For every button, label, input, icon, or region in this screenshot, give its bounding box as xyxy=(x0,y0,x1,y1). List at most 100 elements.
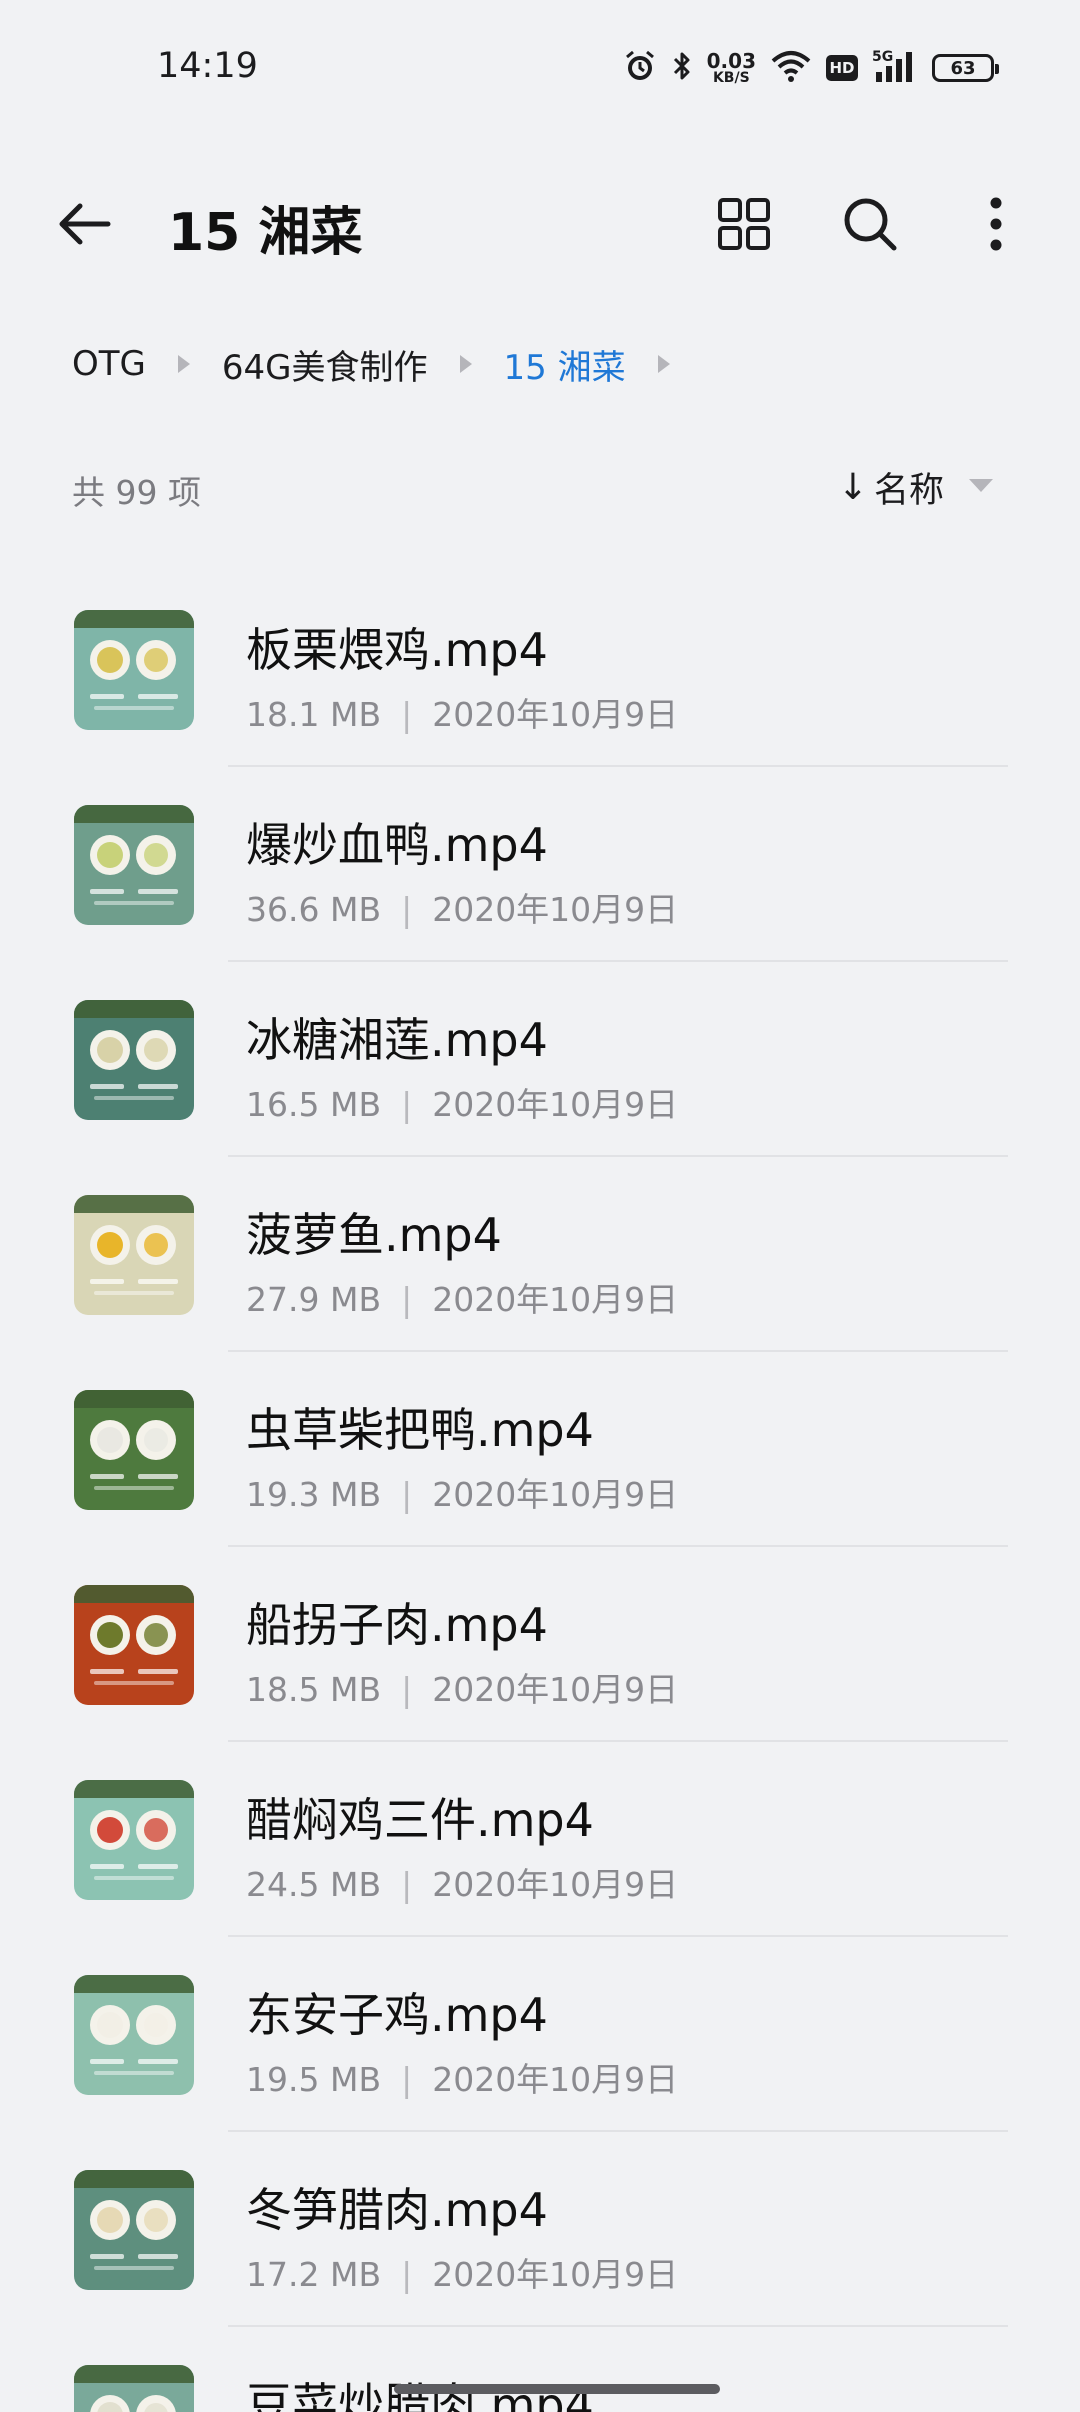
file-name: 醋焖鸡三件.mp4 xyxy=(246,1793,594,1847)
file-meta: 18.1 MB | 2020年10月9日 xyxy=(246,688,678,736)
video-thumbnail xyxy=(74,1975,194,2095)
home-indicator[interactable] xyxy=(394,2384,720,2394)
status-icons: 0.03 KB/S HD 5G 63 xyxy=(623,46,999,90)
status-time: 14:19 xyxy=(157,46,258,86)
caret-down-icon xyxy=(968,478,994,498)
video-thumbnail xyxy=(74,610,194,730)
video-thumbnail xyxy=(74,1195,194,1315)
network-speed-value: 0.03 xyxy=(706,49,756,73)
file-meta: 16.5 MB | 2020年10月9日 xyxy=(246,1078,678,1126)
file-name: 船拐子肉.mp4 xyxy=(246,1598,548,1652)
file-row[interactable]: 东安子鸡.mp4 19.5 MB | 2020年10月9日 xyxy=(0,1937,1080,2132)
status-bar: 14:19 0.03 KB/S HD 5G 63 xyxy=(0,0,1080,140)
file-size: 18.1 MB xyxy=(246,695,382,734)
meta-separator: | xyxy=(401,1475,413,1514)
file-date: 2020年10月9日 xyxy=(432,1280,679,1319)
file-date: 2020年10月9日 xyxy=(432,695,679,734)
search-icon xyxy=(844,198,897,251)
file-row[interactable]: 虫草柴把鸭.mp4 19.3 MB | 2020年10月9日 xyxy=(0,1352,1080,1547)
chevron-right-icon xyxy=(458,353,474,375)
back-button[interactable] xyxy=(48,194,120,254)
chevron-right-icon xyxy=(656,353,672,375)
grid-view-icon xyxy=(718,198,770,250)
wifi-icon xyxy=(770,49,812,87)
file-size: 17.2 MB xyxy=(246,2255,382,2294)
file-meta: 18.5 MB | 2020年10月9日 xyxy=(246,1663,678,1711)
app-bar: 15 湘菜 xyxy=(0,170,1080,274)
meta-separator: | xyxy=(401,695,413,734)
file-row[interactable]: 爆炒血鸭.mp4 36.6 MB | 2020年10月9日 xyxy=(0,767,1080,962)
file-date: 2020年10月9日 xyxy=(432,890,679,929)
file-meta: 36.6 MB | 2020年10月9日 xyxy=(246,883,678,931)
page-title: 15 湘菜 xyxy=(168,203,363,263)
file-size: 18.5 MB xyxy=(246,1670,382,1709)
file-date: 2020年10月9日 xyxy=(432,1085,679,1124)
grid-view-button[interactable] xyxy=(708,188,780,260)
battery-icon: 63 xyxy=(932,54,999,82)
file-meta: 17.2 MB | 2020年10月9日 xyxy=(246,2248,678,2296)
file-date: 2020年10月9日 xyxy=(432,1475,679,1514)
file-name: 冰糖湘莲.mp4 xyxy=(246,1013,548,1067)
breadcrumb-item-64g[interactable]: 64G美食制作 xyxy=(222,340,428,389)
item-count: 共 99 项 xyxy=(72,473,201,512)
signal-icon: 5G xyxy=(872,48,918,88)
video-thumbnail xyxy=(74,2365,194,2412)
hd-icon: HD xyxy=(826,55,858,81)
video-thumbnail xyxy=(74,1390,194,1510)
file-row[interactable]: 板栗煨鸡.mp4 18.1 MB | 2020年10月9日 xyxy=(0,572,1080,767)
breadcrumb-item-current[interactable]: 15 湘菜 xyxy=(504,340,626,389)
meta-separator: | xyxy=(401,1085,413,1124)
file-date: 2020年10月9日 xyxy=(432,1670,679,1709)
search-button[interactable] xyxy=(834,188,906,260)
file-size: 19.3 MB xyxy=(246,1475,382,1514)
meta-separator: | xyxy=(401,2060,413,2099)
video-thumbnail xyxy=(74,1000,194,1120)
file-name: 菠萝鱼.mp4 xyxy=(246,1208,502,1262)
breadcrumb-item-otg[interactable]: OTG xyxy=(72,344,146,384)
more-options-button[interactable] xyxy=(960,188,1032,260)
file-name: 爆炒血鸭.mp4 xyxy=(246,818,548,872)
video-thumbnail xyxy=(74,1585,194,1705)
bluetooth-icon xyxy=(671,49,693,87)
file-row[interactable]: 豆菜炒腊肉.mp4 xyxy=(0,2327,1080,2412)
more-vertical-icon xyxy=(990,197,1002,251)
alarm-icon xyxy=(623,49,657,87)
meta-separator: | xyxy=(401,2255,413,2294)
file-name: 冬笋腊肉.mp4 xyxy=(246,2183,548,2237)
file-date: 2020年10月9日 xyxy=(432,2255,679,2294)
file-row[interactable]: 冰糖湘莲.mp4 16.5 MB | 2020年10月9日 xyxy=(0,962,1080,1157)
chevron-right-icon xyxy=(176,353,192,375)
meta-separator: | xyxy=(401,1280,413,1319)
file-manager-screen: 14:19 0.03 KB/S HD 5G 63 15 湘菜 OTG 64G美食… xyxy=(0,0,1080,2412)
sort-button[interactable]: ↓ 名称 xyxy=(838,462,994,513)
file-size: 16.5 MB xyxy=(246,1085,382,1124)
video-thumbnail xyxy=(74,805,194,925)
file-list: 板栗煨鸡.mp4 18.1 MB | 2020年10月9日 爆炒血鸭.mp4 36.6 M… xyxy=(0,572,1080,2412)
file-meta: 24.5 MB | 2020年10月9日 xyxy=(246,1858,678,1906)
file-name: 虫草柴把鸭.mp4 xyxy=(246,1403,594,1457)
video-thumbnail xyxy=(74,1780,194,1900)
file-row[interactable]: 船拐子肉.mp4 18.5 MB | 2020年10月9日 xyxy=(0,1547,1080,1742)
file-size: 27.9 MB xyxy=(246,1280,382,1319)
sort-label: 名称 xyxy=(873,471,944,511)
meta-separator: | xyxy=(401,1865,413,1904)
network-speed: 0.03 KB/S xyxy=(707,51,756,85)
file-date: 2020年10月9日 xyxy=(432,1865,679,1904)
breadcrumb: OTG 64G美食制作 15 湘菜 xyxy=(72,336,702,392)
network-speed-unit: KB/S xyxy=(712,70,750,86)
meta-separator: | xyxy=(401,890,413,929)
file-row[interactable]: 菠萝鱼.mp4 27.9 MB | 2020年10月9日 xyxy=(0,1157,1080,1352)
file-meta: 27.9 MB | 2020年10月9日 xyxy=(246,1273,678,1321)
meta-separator: | xyxy=(401,1670,413,1709)
file-date: 2020年10月9日 xyxy=(432,2060,679,2099)
file-size: 19.5 MB xyxy=(246,2060,382,2099)
back-arrow-icon xyxy=(59,203,111,245)
file-meta: 19.3 MB | 2020年10月9日 xyxy=(246,1468,678,1516)
video-thumbnail xyxy=(74,2170,194,2290)
file-name: 板栗煨鸡.mp4 xyxy=(246,623,548,677)
arrow-down-icon: ↓ xyxy=(837,467,868,508)
file-name: 东安子鸡.mp4 xyxy=(246,1988,548,2042)
file-row[interactable]: 醋焖鸡三件.mp4 24.5 MB | 2020年10月9日 xyxy=(0,1742,1080,1937)
file-row[interactable]: 冬笋腊肉.mp4 17.2 MB | 2020年10月9日 xyxy=(0,2132,1080,2327)
network-type-label: 5G xyxy=(872,49,893,65)
